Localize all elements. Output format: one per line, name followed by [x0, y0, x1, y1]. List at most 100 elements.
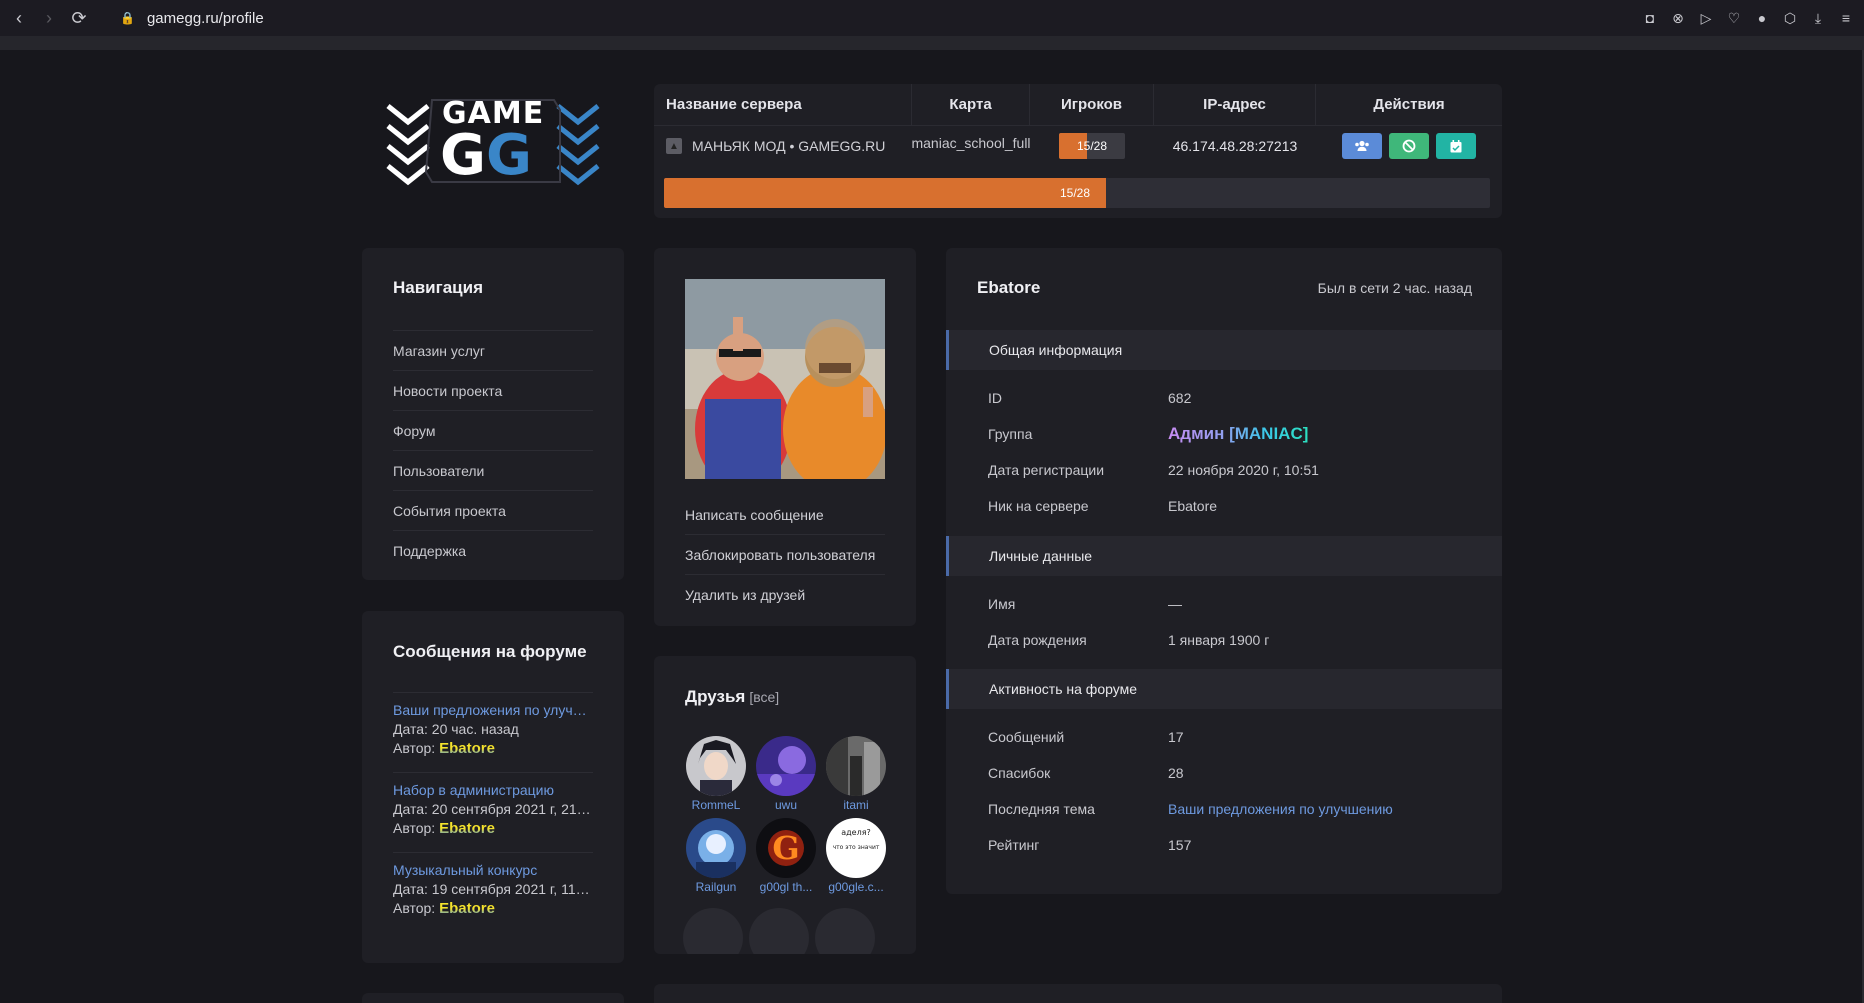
profile-action-links: Написать сообщение Заблокировать пользов…	[685, 495, 885, 615]
heart-icon[interactable]: ♡	[1726, 10, 1742, 27]
send-icon[interactable]: ▷	[1698, 10, 1714, 27]
header-map: Карта	[912, 84, 1030, 125]
remove-friend-link[interactable]: Удалить из друзей	[685, 575, 885, 615]
list-item: Набор в администрацию Дата: 20 сентября …	[393, 772, 593, 852]
friend-name[interactable]: g00gl th...	[753, 880, 819, 894]
menu-icon[interactable]: ≡	[1838, 10, 1854, 26]
download-icon[interactable]: ⤓	[1810, 10, 1826, 27]
browser-toolbar: ‹ › ⟳ 🔒 gamegg.ru/profile ◘ ⊗ ▷ ♡ ● ⬡ ⤓ …	[0, 0, 1864, 36]
list-item: Ваши предложения по улучшению Дата: 20 ч…	[393, 692, 593, 772]
friend-item[interactable]: itami	[823, 736, 889, 812]
friends-card: Друзья [все] RommeL uwu itami Railgun G …	[654, 656, 916, 954]
back-icon[interactable]: ‹	[8, 7, 30, 29]
section-forum-activity: Активность на форуме	[946, 669, 1502, 709]
header-players: Игроков	[1030, 84, 1154, 125]
post-title-link[interactable]: Набор в администрацию	[393, 782, 593, 798]
ban-icon	[1402, 139, 1416, 153]
friend-item[interactable]: uwu	[753, 736, 819, 812]
shield-icon[interactable]: ⊗	[1670, 10, 1686, 27]
post-author-link[interactable]: Ebatore	[439, 820, 495, 837]
header-ip: IP-адрес	[1154, 84, 1316, 125]
friend-item[interactable]: Railgun	[683, 818, 749, 894]
box-icon[interactable]: ⬡	[1782, 10, 1798, 27]
friend-avatar-icon	[756, 736, 816, 796]
profile-info-card: Ebatore Был в сети 2 час. назад Общая ин…	[946, 248, 1502, 894]
friend-name[interactable]: RommeL	[683, 798, 749, 812]
game-icon: ▲	[666, 138, 682, 154]
forward-icon[interactable]: ›	[38, 7, 60, 29]
friend-name[interactable]: g00gle.c...	[823, 880, 889, 894]
friend-name[interactable]: uwu	[753, 798, 819, 812]
ban-button[interactable]	[1389, 133, 1429, 159]
tab-strip	[0, 36, 1864, 50]
nav-item-forum[interactable]: Форум	[393, 410, 593, 450]
friend-avatar-icon	[826, 736, 886, 796]
info-row-last-topic: Последняя тема Ваши предложения по улучш…	[988, 801, 1393, 817]
friend-avatar[interactable]	[686, 818, 746, 878]
post-date: Дата: 19 сентября 2021 г, 11:20	[393, 881, 593, 897]
friend-avatar[interactable]	[826, 736, 886, 796]
nav-item-shop[interactable]: Магазин услуг	[393, 330, 593, 370]
group-badge: Админ [MANIAC]	[1168, 424, 1309, 443]
server-ip[interactable]: 46.174.48.28:27213	[1154, 138, 1316, 154]
friend-item[interactable]: аделя? что это значит g00gle.c...	[823, 818, 889, 894]
avatar	[685, 279, 885, 479]
header-actions: Действия	[1373, 96, 1445, 113]
reload-icon[interactable]: ⟳	[68, 7, 90, 29]
server-name: МАНЬЯК МОД • GAMEGG.RU	[692, 138, 886, 154]
friend-avatar[interactable]	[686, 736, 746, 796]
svg-text:G: G	[772, 829, 799, 867]
general-info-rows: ID 682 Группа Админ [MANIAC] Дата регист…	[988, 380, 1468, 524]
nav-item-events[interactable]: События проекта	[393, 490, 593, 530]
nav-item-news[interactable]: Новости проекта	[393, 370, 593, 410]
post-author-label: Автор:	[393, 740, 436, 756]
last-topic-link[interactable]: Ваши предложения по улучшению	[1168, 801, 1393, 817]
info-row-thanks: Спасибок 28	[988, 765, 1184, 781]
post-author-link[interactable]: Ebatore	[439, 900, 495, 917]
info-row-id: ID 682	[988, 390, 1192, 406]
friend-avatar[interactable]: аделя? что это значит	[826, 818, 886, 878]
camera-icon[interactable]: ◘	[1642, 10, 1658, 26]
post-date: Дата: 20 час. назад	[393, 721, 519, 737]
forum-posts-card: Сообщения на форуме Ваши предложения по …	[362, 611, 624, 963]
send-message-link[interactable]: Написать сообщение	[685, 495, 885, 535]
site-logo[interactable]: GAME GG	[384, 92, 602, 192]
friend-item[interactable]: RommeL	[683, 736, 749, 812]
avatar-photo-icon	[685, 279, 885, 479]
section-personal-data: Личные данные	[946, 536, 1502, 576]
friend-avatar-icon	[686, 818, 746, 878]
server-table-header: Название сервера Карта Игроков IP-адрес …	[654, 84, 1502, 126]
friends-all-link[interactable]: [все]	[749, 689, 779, 705]
friend-avatar-icon: G	[756, 818, 816, 878]
server-map: maniac_school_full	[911, 135, 1031, 151]
address-bar[interactable]: gamegg.ru/profile	[147, 10, 264, 27]
block-user-link[interactable]: Заблокировать пользователя	[685, 535, 885, 575]
friend-avatar[interactable]	[756, 736, 816, 796]
section-general-info: Общая информация	[946, 330, 1502, 370]
friend-name[interactable]: Railgun	[683, 880, 749, 894]
friend-name[interactable]: itami	[823, 798, 889, 812]
profile-avatar-card: Написать сообщение Заблокировать пользов…	[654, 248, 916, 626]
post-title-link[interactable]: Музыкальный конкурс	[393, 862, 593, 878]
list-item: Музыкальный конкурс Дата: 19 сентября 20…	[393, 852, 593, 932]
calendar-icon	[1450, 139, 1462, 152]
forum-activity-rows: Сообщений 17 Спасибок 28 Последняя тема …	[988, 719, 1468, 863]
meme-text: аделя?	[841, 828, 871, 837]
players-list-button[interactable]	[1342, 133, 1382, 159]
friend-item[interactable]: G g00gl th...	[753, 818, 819, 894]
info-row-name: Имя —	[988, 596, 1182, 612]
nav-item-users[interactable]: Пользователи	[393, 450, 593, 490]
post-title-link[interactable]: Ваши предложения по улучшению	[393, 702, 593, 718]
globe-icon[interactable]: ●	[1754, 10, 1770, 26]
navigation-title: Навигация	[393, 278, 483, 297]
friend-avatar[interactable]: G	[756, 818, 816, 878]
friends-more-row	[683, 908, 889, 954]
info-row-birthday: Дата рождения 1 января 1900 г	[988, 632, 1270, 648]
server-monitor: Название сервера Карта Игроков IP-адрес …	[654, 84, 1502, 218]
post-author-label: Автор:	[393, 900, 436, 916]
navigation-card: Навигация Магазин услуг Новости проекта …	[362, 248, 624, 580]
partial-card	[362, 993, 624, 1003]
post-author-link[interactable]: Ebatore	[439, 740, 495, 757]
calendar-button[interactable]	[1436, 133, 1476, 159]
nav-item-support[interactable]: Поддержка	[393, 530, 593, 570]
